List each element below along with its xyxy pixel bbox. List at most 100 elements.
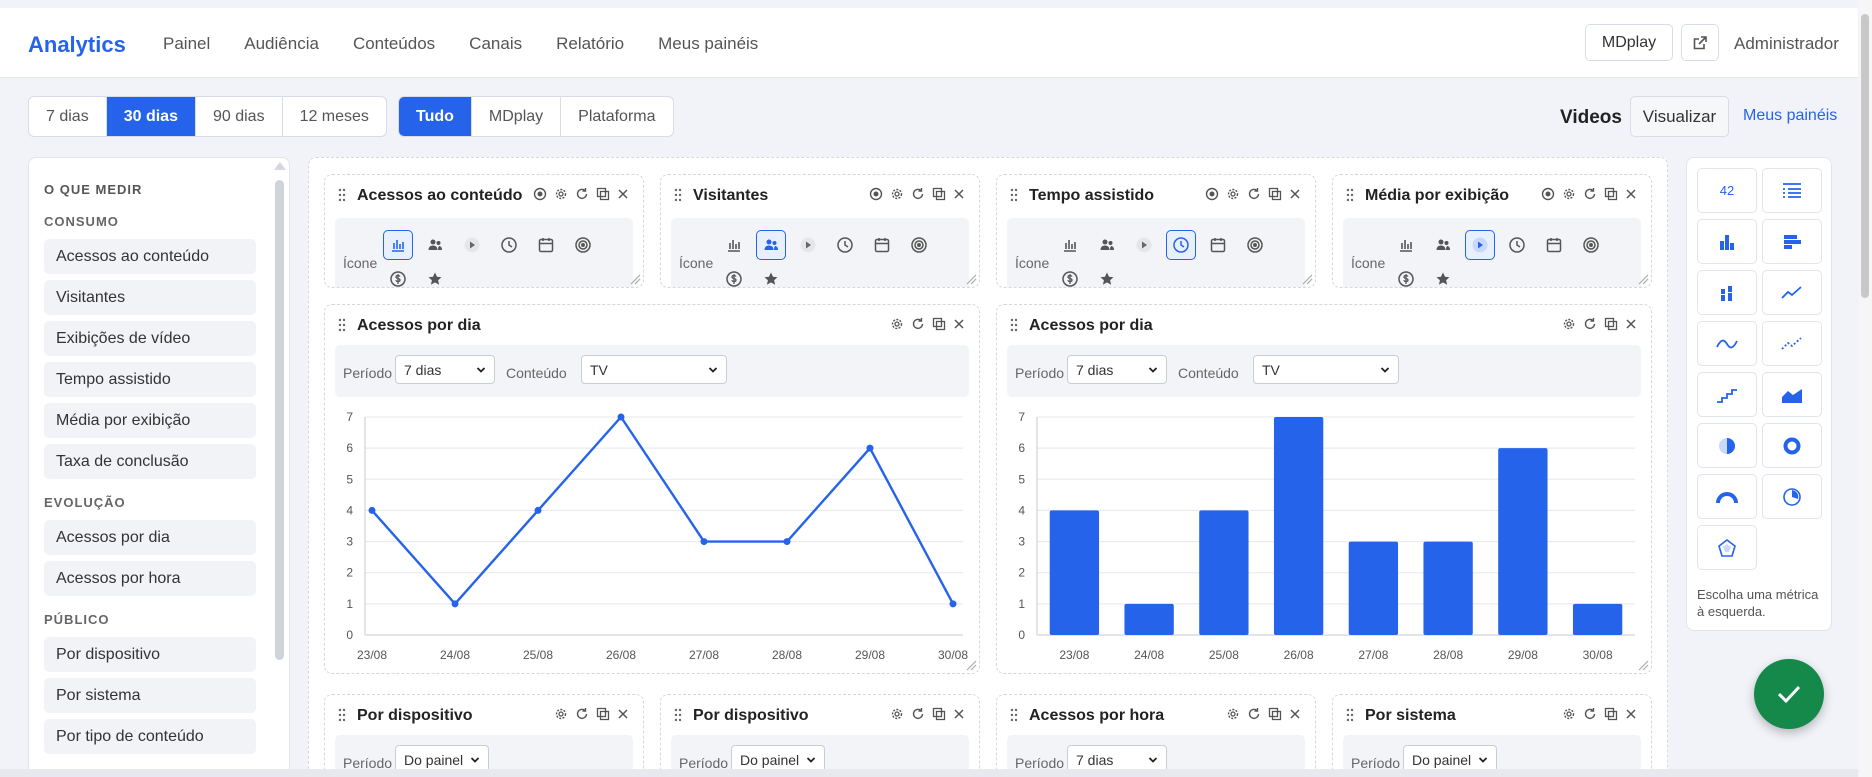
sidebar-item-sistema[interactable]: Por sistema (44, 678, 256, 713)
palette-area[interactable] (1762, 372, 1822, 417)
duplicate-icon[interactable] (1604, 317, 1618, 331)
icon-option-star[interactable] (1428, 264, 1458, 287)
icon-option-users[interactable] (1428, 230, 1458, 260)
icon-option-dollar[interactable] (1391, 264, 1421, 287)
gear-icon[interactable] (554, 707, 568, 721)
refresh-icon[interactable] (1583, 187, 1597, 201)
drag-handle-icon[interactable] (1010, 318, 1018, 332)
drag-handle-icon[interactable] (674, 188, 682, 202)
palette-donut[interactable] (1762, 423, 1822, 468)
icon-option-bar-chart[interactable] (383, 230, 413, 260)
gear-icon[interactable] (1562, 317, 1576, 331)
palette-hbar[interactable] (1762, 219, 1822, 264)
eye-icon[interactable] (533, 187, 547, 201)
icon-option-users[interactable] (756, 230, 786, 260)
gear-icon[interactable] (1562, 187, 1576, 201)
icon-option-play[interactable] (457, 230, 487, 260)
icon-option-star[interactable] (1092, 264, 1122, 287)
icon-option-calendar[interactable] (1539, 230, 1569, 260)
sidebar-item-tipo-conteudo[interactable]: Por tipo de conteúdo (44, 719, 256, 754)
chart-widget-bar[interactable]: Acessos por dia Período 7 dias Conteúdo … (996, 304, 1652, 674)
period-7d[interactable]: 7 dias (29, 97, 107, 136)
user-menu[interactable]: Administrador (1734, 34, 1839, 54)
sidebar-item-taxa[interactable]: Taxa de conclusão (44, 444, 256, 479)
palette-line[interactable] (1762, 270, 1822, 315)
scroll-up-arrow[interactable] (274, 162, 286, 170)
icon-option-dollar[interactable] (383, 264, 413, 287)
drag-handle-icon[interactable] (1010, 188, 1018, 202)
drag-handle-icon[interactable] (1346, 708, 1354, 722)
gear-icon[interactable] (890, 707, 904, 721)
palette-step[interactable] (1697, 372, 1757, 417)
close-icon[interactable] (1289, 188, 1301, 200)
duplicate-icon[interactable] (1268, 707, 1282, 721)
nav-painel[interactable]: Painel (163, 34, 210, 54)
close-icon[interactable] (953, 188, 965, 200)
page-scrollbar[interactable] (1859, 0, 1872, 777)
source-tudo[interactable]: Tudo (399, 97, 472, 136)
refresh-icon[interactable] (1583, 317, 1597, 331)
refresh-icon[interactable] (911, 187, 925, 201)
nav-audiencia[interactable]: Audiência (244, 34, 319, 54)
icon-option-dollar[interactable] (1055, 264, 1085, 287)
palette-bar[interactable] (1697, 219, 1757, 264)
eye-icon[interactable] (1205, 187, 1219, 201)
resize-handle-icon[interactable] (1635, 657, 1649, 671)
gear-icon[interactable] (1226, 187, 1240, 201)
icon-option-clock[interactable] (1166, 230, 1196, 260)
palette-stacked[interactable] (1697, 270, 1757, 315)
bottom-widget[interactable]: Por sistema Período Do painel (1332, 694, 1652, 776)
sidebar-item-exibicoes[interactable]: Exibições de vídeo (44, 321, 256, 356)
site-button[interactable]: MDplay (1585, 24, 1673, 61)
gear-icon[interactable] (890, 317, 904, 331)
eye-icon[interactable] (869, 187, 883, 201)
drag-handle-icon[interactable] (338, 708, 346, 722)
icon-option-target[interactable] (568, 230, 598, 260)
icon-option-clock[interactable] (494, 230, 524, 260)
refresh-icon[interactable] (575, 707, 589, 721)
icon-option-target[interactable] (1240, 230, 1270, 260)
confirm-button[interactable] (1754, 659, 1824, 729)
drag-handle-icon[interactable] (1010, 708, 1018, 722)
nav-relatorio[interactable]: Relatório (556, 34, 624, 54)
bottom-widget[interactable]: Acessos por hora Período 7 dias (996, 694, 1316, 776)
sidebar-item-media[interactable]: Média por exibição (44, 403, 256, 438)
duplicate-icon[interactable] (1268, 187, 1282, 201)
icon-option-calendar[interactable] (531, 230, 561, 260)
sidebar-item-dispositivo[interactable]: Por dispositivo (44, 637, 256, 672)
duplicate-icon[interactable] (932, 187, 946, 201)
period-select[interactable]: 7 dias (395, 355, 495, 384)
sidebar-item-acessos-dia[interactable]: Acessos por dia (44, 520, 256, 555)
close-icon[interactable] (953, 318, 965, 330)
drag-handle-icon[interactable] (338, 188, 346, 202)
sidebar-item-acessos-conteudo[interactable]: Acessos ao conteúdo (44, 239, 256, 274)
refresh-icon[interactable] (911, 317, 925, 331)
refresh-icon[interactable] (575, 187, 589, 201)
duplicate-icon[interactable] (596, 707, 610, 721)
palette-table[interactable] (1762, 168, 1822, 213)
drag-handle-icon[interactable] (674, 708, 682, 722)
icon-option-users[interactable] (420, 230, 450, 260)
my-panels-link[interactable]: Meus painéis (1743, 107, 1837, 125)
gear-icon[interactable] (1226, 707, 1240, 721)
external-link-button[interactable] (1681, 24, 1719, 61)
resize-handle-icon[interactable] (627, 271, 641, 285)
palette-smooth[interactable] (1697, 321, 1757, 366)
gear-icon[interactable] (1562, 707, 1576, 721)
duplicate-icon[interactable] (1604, 707, 1618, 721)
icon-option-calendar[interactable] (867, 230, 897, 260)
duplicate-icon[interactable] (1604, 187, 1618, 201)
sidebar-scrollbar[interactable] (275, 180, 284, 660)
chart-widget-line[interactable]: Acessos por dia Período 7 dias Conteúdo … (324, 304, 980, 674)
gear-icon[interactable] (890, 187, 904, 201)
icon-option-star[interactable] (756, 264, 786, 287)
source-mdplay[interactable]: MDplay (472, 97, 562, 136)
close-icon[interactable] (1289, 708, 1301, 720)
duplicate-icon[interactable] (932, 317, 946, 331)
resize-handle-icon[interactable] (963, 657, 977, 671)
palette-radar[interactable] (1697, 525, 1757, 570)
icon-option-play[interactable] (1465, 230, 1495, 260)
icon-option-clock[interactable] (830, 230, 860, 260)
icon-option-users[interactable] (1092, 230, 1122, 260)
nav-canais[interactable]: Canais (469, 34, 522, 54)
